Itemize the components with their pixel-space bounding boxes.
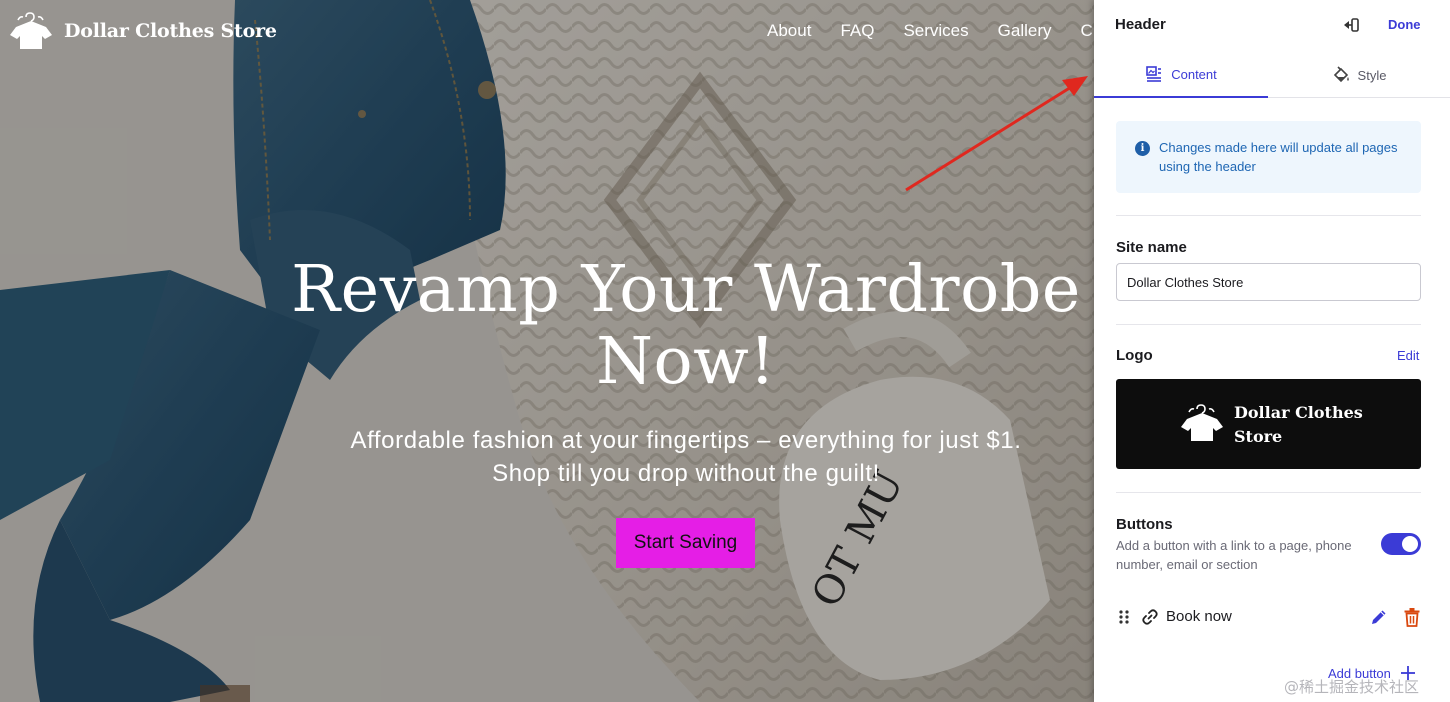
button-item-label: Book now	[1166, 608, 1232, 625]
buttons-label: Buttons	[1116, 516, 1173, 533]
paint-bucket-icon	[1333, 66, 1349, 83]
site-navbar: Dollar Clothes Store About FAQ Services …	[0, 0, 1094, 64]
nav-link-faq[interactable]: FAQ	[840, 21, 874, 41]
watermark: @稀土掘金技术社区	[1284, 678, 1420, 696]
site-name: Dollar Clothes Store	[64, 20, 277, 42]
content-icon	[1146, 66, 1162, 82]
info-icon: i	[1135, 141, 1150, 156]
nav-link-services[interactable]: Services	[903, 21, 968, 41]
panel-tabs: Content Style	[1094, 52, 1450, 98]
tab-content[interactable]: Content	[1094, 52, 1268, 98]
done-button[interactable]: Done	[1388, 17, 1421, 32]
tab-style[interactable]: Style	[1268, 52, 1450, 98]
notice-text: Changes made here will update all pages …	[1159, 140, 1398, 174]
toggle-knob	[1402, 536, 1418, 552]
site-nav-links: About FAQ Services Gallery C	[767, 21, 1093, 41]
nav-link-contact[interactable]: C	[1081, 21, 1093, 41]
button-list-item: Book now	[1094, 598, 1450, 636]
pencil-icon[interactable]	[1369, 607, 1389, 627]
trash-icon[interactable]	[1403, 607, 1421, 627]
panel-title: Header	[1115, 16, 1166, 33]
logo-edit-button[interactable]: Edit	[1397, 348, 1419, 363]
logo-preview[interactable]: Dollar Clothes Store	[1116, 379, 1421, 469]
panel-header: Header Done	[1094, 0, 1450, 50]
hero-subtitle: Affordable fashion at your fingertips – …	[350, 427, 1022, 487]
tshirt-hanger-icon	[10, 12, 52, 49]
logo-label: Logo	[1116, 347, 1153, 364]
site-preview: OT MU Dollar Clothes Store About FAQ Ser…	[0, 0, 1094, 702]
logo-preview-text: Dollar Clothes Store	[1234, 403, 1363, 446]
start-saving-button[interactable]: Start Saving	[616, 518, 755, 568]
divider	[1116, 215, 1421, 216]
drag-handle-icon[interactable]	[1118, 609, 1130, 625]
buttons-description: Add a button with a link to a page, phon…	[1116, 538, 1352, 572]
hero-title: Revamp Your Wardrobe Now!	[291, 252, 1081, 399]
annotation-arrow-icon	[905, 76, 1088, 192]
header-editor-panel: Header Done Content Style i Changes made…	[1094, 0, 1450, 702]
collapse-panel-icon[interactable]	[1342, 16, 1360, 34]
info-notice: i Changes made here will update all page…	[1116, 121, 1421, 193]
nav-link-about[interactable]: About	[767, 21, 811, 41]
tshirt-hanger-icon	[1181, 404, 1223, 441]
tab-style-label: Style	[1357, 67, 1387, 83]
site-name-label: Site name	[1116, 239, 1187, 256]
nav-link-gallery[interactable]: Gallery	[998, 21, 1052, 41]
buttons-toggle[interactable]	[1381, 533, 1421, 555]
tab-content-label: Content	[1171, 66, 1217, 82]
site-name-input[interactable]	[1116, 263, 1421, 301]
divider	[1116, 324, 1421, 325]
link-icon	[1142, 609, 1158, 625]
divider	[1116, 492, 1421, 493]
site-logo[interactable]: Dollar Clothes Store	[8, 11, 277, 51]
